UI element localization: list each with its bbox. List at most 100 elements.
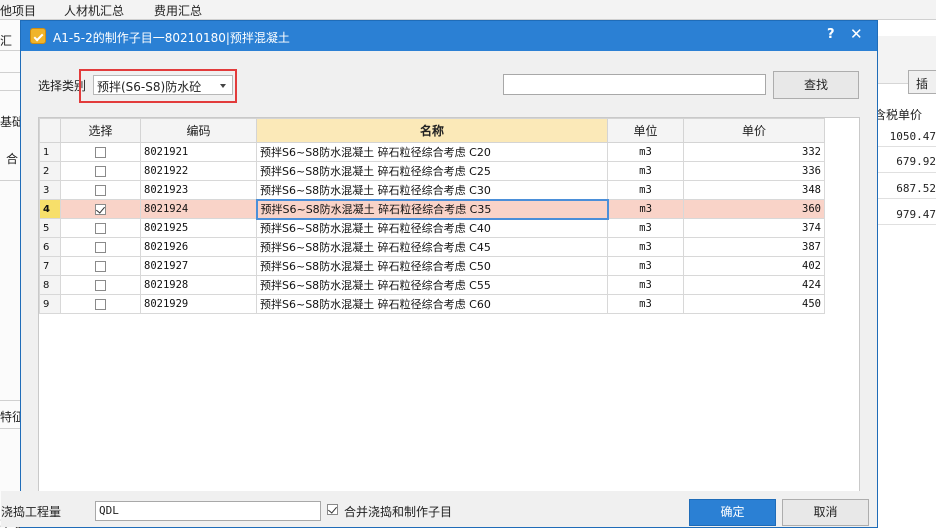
code-cell: 8021925 (140, 218, 257, 238)
column-header-row-number (39, 118, 61, 143)
row-checkbox[interactable] (95, 280, 106, 291)
unit-cell: m3 (607, 294, 684, 314)
unit-cell: m3 (607, 275, 684, 295)
table-row-selected[interactable]: 4 8021924 预拌S6~S8防水混凝土 碎石粒径综合考虑 C35 m3 3… (39, 198, 825, 220)
name-cell: 预拌S6~S8防水混凝土 碎石粒径综合考虑 C55 (256, 275, 608, 295)
search-button[interactable]: 查找 (773, 71, 859, 99)
table-row[interactable]: 8 8021928 预拌S6~S8防水混凝土 碎石粒径综合考虑 C55 m3 4… (39, 275, 825, 295)
code-cell: 8021922 (140, 161, 257, 181)
dialog-title-bar[interactable]: A1-5-2的制作子目一80210180|预拌混凝土 ? ✕ (21, 21, 877, 51)
row-number: 5 (39, 218, 61, 238)
background-left-text: 合 (6, 152, 19, 166)
background-left-text: 汇 (0, 34, 13, 48)
table-row[interactable]: 3 8021923 预拌S6~S8防水混凝土 碎石粒径综合考虑 C30 m3 3… (39, 180, 825, 200)
background-tax-price-header: 含税单价 (874, 108, 923, 122)
unit-cell: m3 (607, 199, 684, 219)
unit-cell: m3 (607, 180, 684, 200)
row-checkbox[interactable] (95, 223, 106, 234)
background-tab-bar: 他项目 人材机汇总 费用汇总 (0, 0, 936, 20)
background-tab-other-items[interactable]: 他项目 (0, 2, 36, 19)
close-icon[interactable]: ✕ (850, 25, 863, 43)
column-header-unit[interactable]: 单位 (607, 118, 684, 143)
table-row[interactable]: 9 8021929 预拌S6~S8防水混凝土 碎石粒径综合考虑 C60 m3 4… (39, 294, 825, 314)
dialog-body: 选择类别 预拌(S6-S8)防水砼 查找 选择 编码 名称 单位 单价 1 80… (1, 51, 877, 527)
name-cell: 预拌S6~S8防水混凝土 碎石粒径综合考虑 C20 (256, 142, 608, 162)
row-checkbox[interactable] (95, 242, 106, 253)
name-cell: 预拌S6~S8防水混凝土 碎石粒径综合考虑 C45 (256, 237, 608, 257)
code-cell: 8021927 (140, 256, 257, 276)
background-right-panel: 插 含税单价 1050.47 679.92 687.52 979.47 (874, 20, 936, 528)
unit-cell: m3 (607, 218, 684, 238)
name-cell: 预拌S6~S8防水混凝土 碎石粒径综合考虑 C50 (256, 256, 608, 276)
row-number: 8 (39, 275, 61, 295)
price-cell: 360 (683, 199, 825, 219)
pour-quantity-input[interactable]: QDL (95, 501, 321, 521)
background-tab-labor-material-summary[interactable]: 人材机汇总 (64, 2, 124, 19)
code-cell: 8021928 (140, 275, 257, 295)
row-checkbox[interactable] (95, 147, 106, 158)
row-number: 6 (39, 237, 61, 257)
name-cell[interactable]: 预拌S6~S8防水混凝土 碎石粒径综合考虑 C35 (255, 198, 609, 220)
app-logo-icon (30, 28, 46, 44)
table-row[interactable]: 7 8021927 预拌S6~S8防水混凝土 碎石粒径综合考虑 C50 m3 4… (39, 256, 825, 276)
merge-label[interactable]: 合并浇捣和制作子目 (344, 503, 452, 520)
code-cell: 8021929 (140, 294, 257, 314)
background-price-cell: 1050.47 (889, 130, 936, 143)
column-header-code[interactable]: 编码 (140, 118, 257, 143)
row-checkbox[interactable] (95, 185, 106, 196)
sub-item-dialog: A1-5-2的制作子目一80210180|预拌混凝土 ? ✕ 选择类别 预拌(S… (1, 20, 878, 528)
column-header-select[interactable]: 选择 (60, 118, 141, 143)
unit-cell: m3 (607, 142, 684, 162)
row-checkbox[interactable] (95, 166, 106, 177)
row-number: 2 (39, 161, 61, 181)
column-header-name[interactable]: 名称 (256, 118, 608, 143)
price-cell: 424 (683, 275, 825, 295)
cancel-button[interactable]: 取消 (782, 499, 869, 526)
table-row[interactable]: 5 8021925 预拌S6~S8防水混凝土 碎石粒径综合考虑 C40 m3 3… (39, 218, 825, 238)
background-price-cell: 679.92 (896, 155, 936, 168)
column-header-price[interactable]: 单价 (683, 118, 825, 143)
pour-quantity-label: 浇捣工程量 (1, 505, 62, 519)
row-checkbox[interactable] (95, 299, 106, 310)
name-cell: 预拌S6~S8防水混凝土 碎石粒径综合考虑 C30 (256, 180, 608, 200)
dialog-title: A1-5-2的制作子目一80210180|预拌混凝土 (53, 31, 290, 45)
code-cell: 8021926 (140, 237, 257, 257)
material-grid: 选择 编码 名称 单位 单价 1 8021921 预拌S6~S8防水混凝土 碎石… (38, 117, 860, 492)
price-cell: 374 (683, 218, 825, 238)
row-number: 4 (39, 199, 61, 219)
price-cell: 450 (683, 294, 825, 314)
row-checkbox-checked[interactable] (95, 204, 106, 215)
table-row[interactable]: 6 8021926 预拌S6~S8防水混凝土 碎石粒径综合考虑 C45 m3 3… (39, 237, 825, 257)
table-header-row: 选择 编码 名称 单位 单价 (39, 118, 825, 143)
type-select[interactable]: 预拌(S6-S8)防水砼 (93, 75, 233, 95)
background-tab-cost-summary[interactable]: 费用汇总 (154, 2, 202, 19)
table-row[interactable]: 1 8021921 预拌S6~S8防水混凝土 碎石粒径综合考虑 C20 m3 3… (39, 142, 825, 162)
background-price-cell: 687.52 (896, 182, 936, 195)
row-number: 1 (39, 142, 61, 162)
help-icon[interactable]: ? (827, 27, 835, 42)
price-cell: 332 (683, 142, 825, 162)
material-table: 选择 编码 名称 单位 单价 1 8021921 预拌S6~S8防水混凝土 碎石… (39, 118, 825, 314)
name-cell: 预拌S6~S8防水混凝土 碎石粒径综合考虑 C60 (256, 294, 608, 314)
price-cell: 402 (683, 256, 825, 276)
unit-cell: m3 (607, 161, 684, 181)
chevron-down-icon[interactable] (220, 84, 226, 88)
code-cell: 8021921 (140, 142, 257, 162)
table-row[interactable]: 2 8021922 预拌S6~S8防水混凝土 碎石粒径综合考虑 C25 m3 3… (39, 161, 825, 181)
ok-button[interactable]: 确定 (689, 499, 776, 526)
row-number: 3 (39, 180, 61, 200)
search-input[interactable] (503, 74, 766, 95)
row-number: 9 (39, 294, 61, 314)
name-cell: 预拌S6~S8防水混凝土 碎石粒径综合考虑 C25 (256, 161, 608, 181)
background-insert-button[interactable]: 插 (908, 70, 936, 94)
type-select-value: 预拌(S6-S8)防水砼 (97, 80, 202, 94)
price-cell: 348 (683, 180, 825, 200)
code-cell: 8021924 (140, 199, 257, 219)
unit-cell: m3 (607, 237, 684, 257)
row-checkbox[interactable] (95, 261, 106, 272)
name-cell: 预拌S6~S8防水混凝土 碎石粒径综合考虑 C40 (256, 218, 608, 238)
price-cell: 336 (683, 161, 825, 181)
merge-checkbox[interactable] (327, 504, 338, 515)
background-left-panel: 汇 基础 合 特征 同时 不变 (0, 20, 24, 528)
row-number: 7 (39, 256, 61, 276)
